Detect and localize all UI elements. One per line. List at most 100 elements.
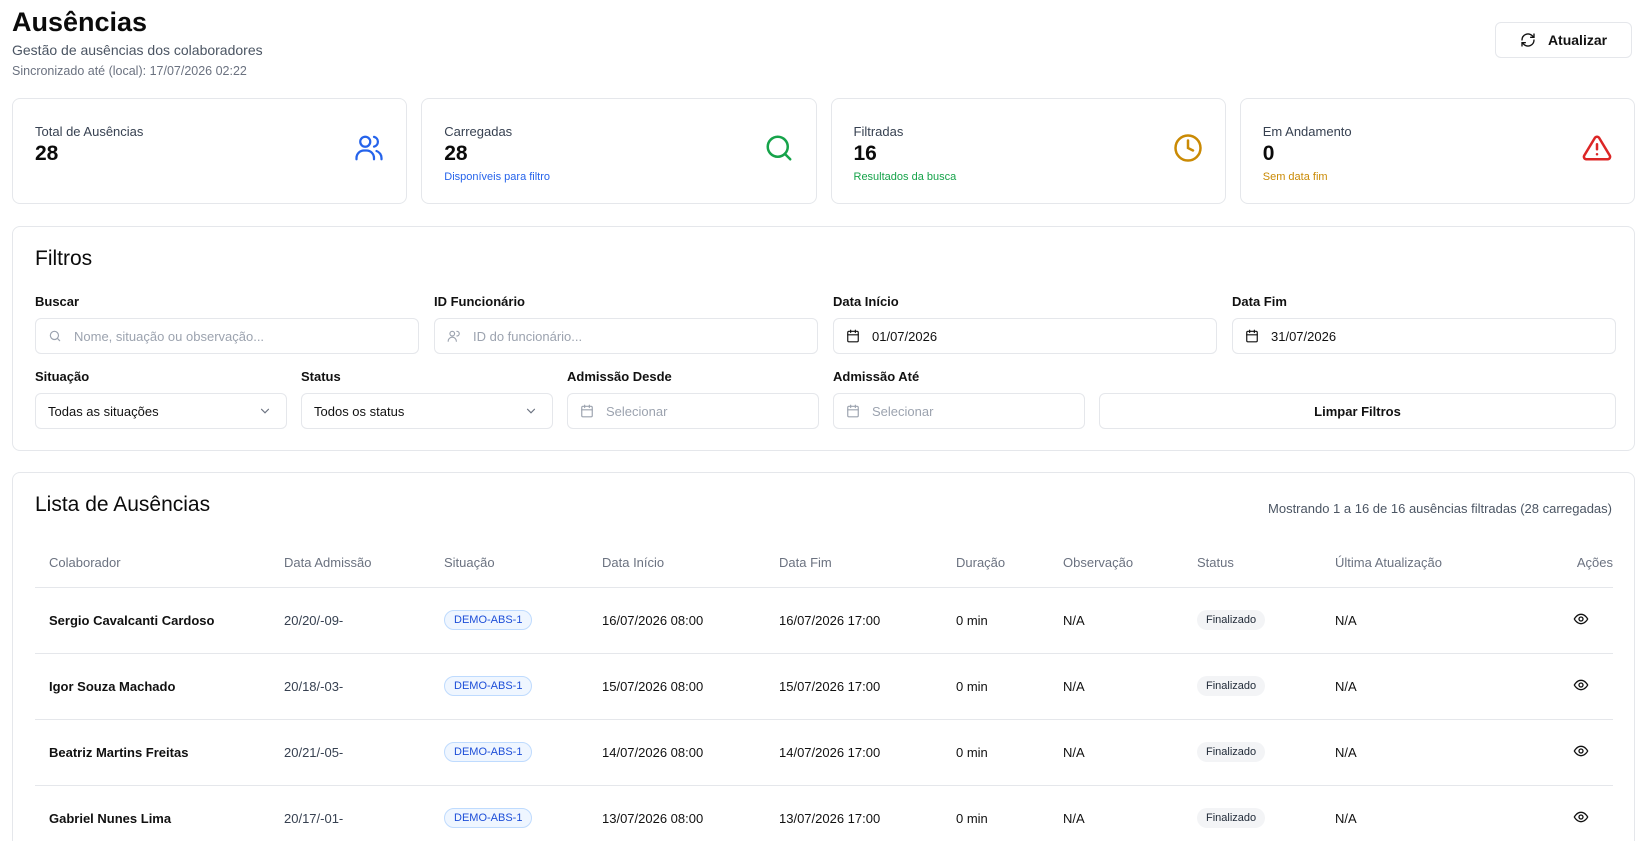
eye-icon[interactable] [1573, 809, 1589, 825]
situation-badge: DEMO-ABS-1 [444, 808, 533, 828]
situation-badge: DEMO-ABS-1 [444, 610, 533, 630]
admission-to-label: Admissão Até [833, 369, 920, 384]
column-header: Colaborador [35, 539, 284, 588]
start-date: 15/07/2026 08:00 [602, 653, 779, 720]
situation-select[interactable]: Todas as situações [35, 393, 287, 429]
table-header-row: Colaborador Data Admissão Situação Data … [35, 539, 1613, 588]
filters-title: Filtros [35, 247, 93, 270]
observation: N/A [1063, 653, 1197, 720]
stat-label: Carregadas [444, 124, 513, 139]
search-icon [766, 135, 791, 161]
admission-from-placeholder: Selecionar [606, 403, 668, 419]
eye-icon[interactable] [1573, 743, 1589, 759]
clear-filters-button[interactable]: Limpar Filtros [1099, 393, 1616, 429]
situation-label: Situação [35, 369, 90, 384]
employee-label: ID Funcionário [434, 294, 525, 309]
admission-date: 20/21/-05- [284, 719, 444, 786]
observation: N/A [1063, 719, 1197, 786]
admission-from-input[interactable]: Selecionar [567, 393, 819, 429]
user-icon [447, 330, 460, 342]
start-date-input[interactable]: 01/07/2026 [833, 318, 1217, 354]
employee-placeholder: ID do funcionário... [473, 328, 583, 344]
search-input[interactable]: Nome, situação ou observação... [35, 318, 419, 354]
calendar-icon [1246, 329, 1258, 343]
situation-badge: DEMO-ABS-1 [444, 676, 533, 696]
column-header: Data Admissão [284, 539, 444, 588]
refresh-icon [1521, 33, 1535, 47]
status-badge: Finalizado [1197, 808, 1266, 828]
stat-sub: Sem data fim [1262, 171, 1328, 183]
search-placeholder: Nome, situação ou observação... [74, 328, 265, 344]
observation: N/A [1063, 587, 1197, 654]
stat-card-in-progress: Em Andamento 0 Sem data fim [1239, 98, 1635, 204]
stat-label: Filtradas [853, 124, 904, 139]
start-date-label: Data Início [833, 294, 899, 309]
refresh-button[interactable]: Atualizar [1495, 22, 1632, 58]
eye-icon[interactable] [1573, 677, 1589, 693]
end-date: 13/07/2026 17:00 [779, 785, 956, 841]
status-badge: Finalizado [1197, 676, 1266, 696]
start-date-value: 01/07/2026 [872, 328, 938, 344]
end-date: 15/07/2026 17:00 [779, 653, 956, 720]
clock-icon [1174, 134, 1202, 162]
employee-id-input[interactable]: ID do funcionário... [434, 318, 818, 354]
admission-date: 20/20/-09- [284, 587, 444, 654]
situation-value: Todas as situações [48, 403, 159, 419]
calendar-icon [847, 404, 859, 418]
alert-triangle-icon [1582, 135, 1612, 161]
end-date-value: 31/07/2026 [1271, 328, 1337, 344]
absences-list-card: Lista de Ausências Mostrando 1 a 16 de 1… [12, 472, 1635, 841]
observation: N/A [1063, 785, 1197, 841]
last-update: N/A [1335, 719, 1553, 786]
stat-card-filtered: Filtradas 16 Resultados da busca [830, 98, 1226, 204]
status-label: Status [301, 369, 341, 384]
table-row: Sergio Cavalcanti Cardoso 20/20/-09- DEM… [35, 587, 1613, 654]
stat-value: 28 [35, 142, 59, 165]
admission-to-placeholder: Selecionar [872, 403, 934, 419]
column-header: Situação [444, 539, 602, 588]
employee-name: Beatriz Martins Freitas [35, 719, 284, 786]
stat-sub: Resultados da busca [853, 171, 957, 183]
admission-from-label: Admissão Desde [567, 369, 672, 384]
stat-sub: Disponíveis para filtro [444, 171, 551, 183]
last-update: N/A [1335, 653, 1553, 720]
pagination-info: Mostrando 1 a 16 de 16 ausências filtrad… [1268, 501, 1612, 516]
status-select[interactable]: Todos os status [301, 393, 553, 429]
start-date: 14/07/2026 08:00 [602, 719, 779, 786]
column-header: Última Atualização [1335, 539, 1553, 588]
column-header: Data Início [602, 539, 779, 588]
admission-to-input[interactable]: Selecionar [833, 393, 1085, 429]
absences-table: Colaborador Data Admissão Situação Data … [35, 539, 1613, 841]
stat-value: 16 [853, 142, 877, 165]
chevron-down-icon [526, 408, 536, 414]
stats-row: Total de Ausências 28 Carregadas 28 Disp… [12, 98, 1635, 204]
page-subtitle: Gestão de ausências dos colaboradores [12, 42, 263, 58]
calendar-icon [581, 404, 593, 418]
end-date-input[interactable]: 31/07/2026 [1232, 318, 1616, 354]
stat-label: Em Andamento [1262, 124, 1352, 139]
stat-card-loaded: Carregadas 28 Disponíveis para filtro [421, 98, 817, 204]
stat-label: Total de Ausências [35, 124, 144, 139]
users-icon [355, 135, 383, 161]
page-header: Ausências Gestão de ausências dos colabo… [12, 6, 263, 78]
status-badge: Finalizado [1197, 610, 1266, 630]
page-title: Ausências [12, 7, 148, 37]
employee-name: Gabriel Nunes Lima [35, 785, 284, 841]
calendar-icon [847, 329, 859, 343]
admission-date: 20/18/-03- [284, 653, 444, 720]
table-row: Gabriel Nunes Lima 20/17/-01- DEMO-ABS-1… [35, 785, 1613, 841]
stat-value: 0 [1262, 142, 1275, 165]
chevron-down-icon [260, 408, 270, 414]
start-date: 16/07/2026 08:00 [602, 587, 779, 654]
eye-icon[interactable] [1573, 611, 1589, 627]
column-header: Ações [1553, 539, 1613, 588]
employee-name: Igor Souza Machado [35, 653, 284, 720]
end-date: 14/07/2026 17:00 [779, 719, 956, 786]
status-badge: Finalizado [1197, 742, 1266, 762]
column-header: Data Fim [779, 539, 956, 588]
end-date-label: Data Fim [1232, 294, 1287, 309]
column-header: Duração [956, 539, 1063, 588]
stat-value: 28 [444, 142, 468, 165]
search-icon [49, 330, 61, 342]
refresh-label: Atualizar [1547, 32, 1608, 48]
